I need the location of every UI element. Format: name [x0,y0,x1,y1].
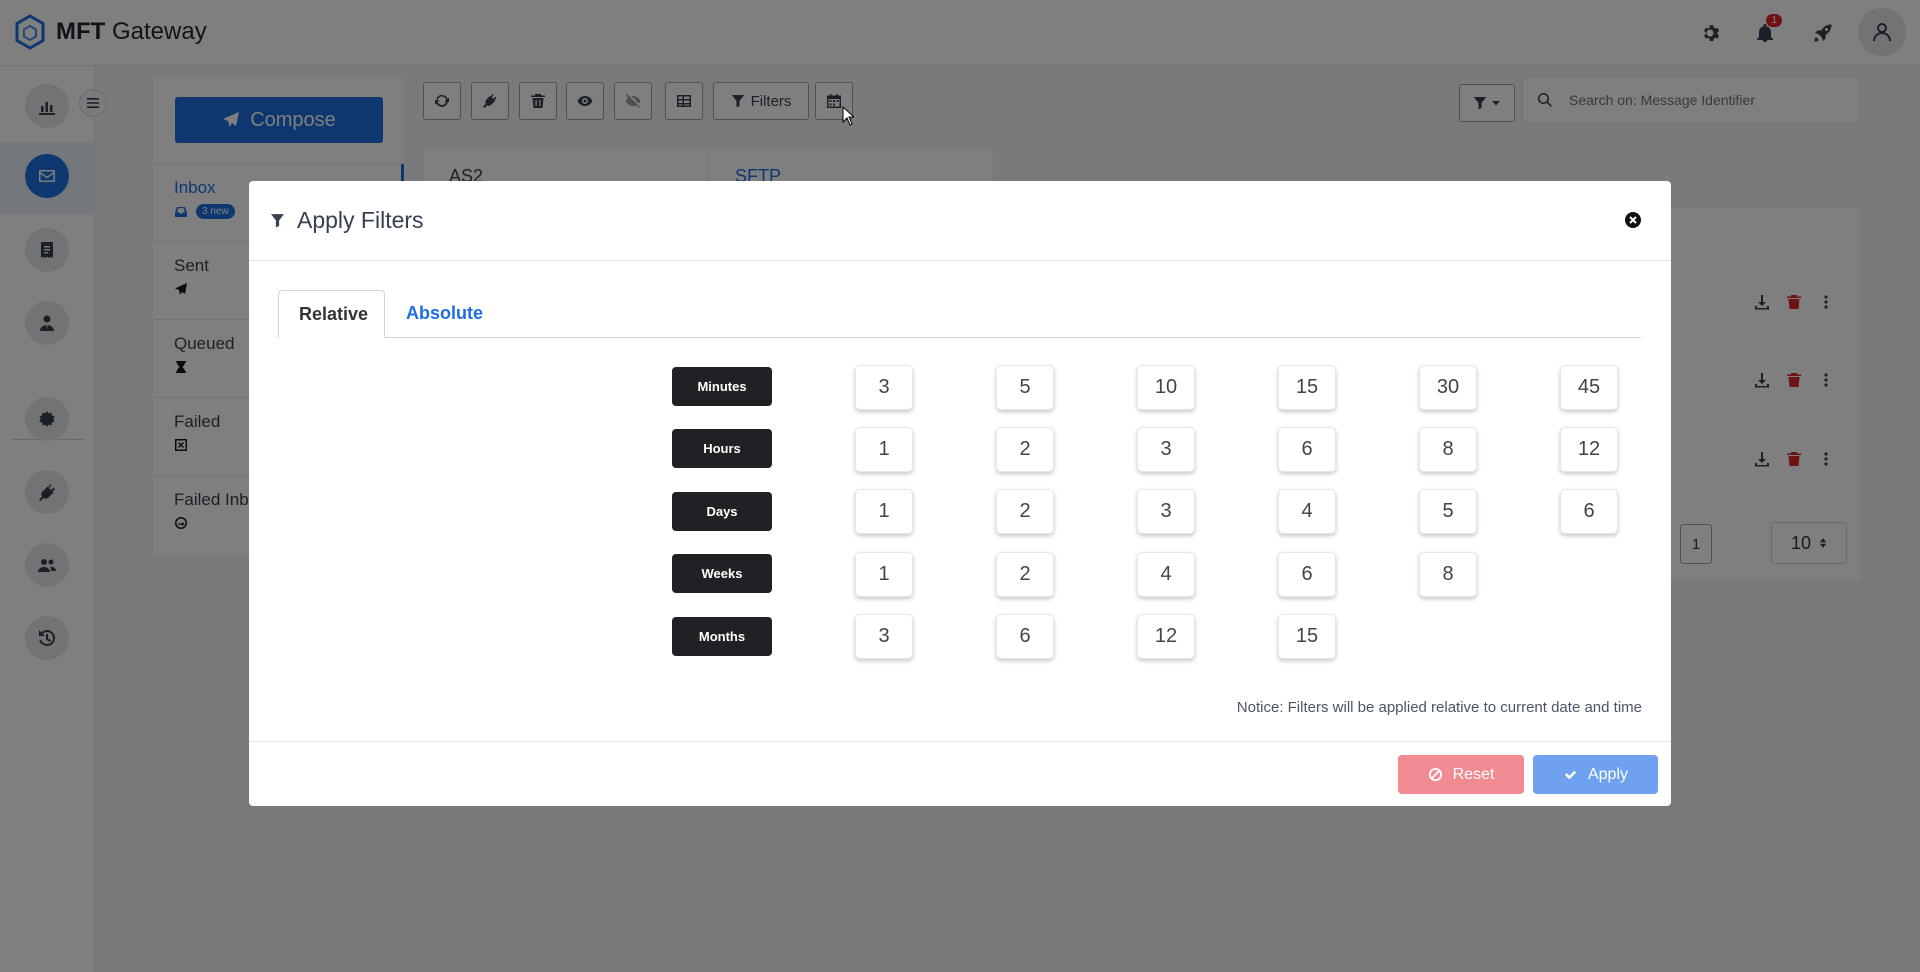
hours-option[interactable]: 3 [1137,427,1195,472]
tab-relative[interactable]: Relative [278,290,385,338]
days-option[interactable]: 1 [855,489,913,534]
minutes-option[interactable]: 5 [996,365,1054,410]
relative-filter-notice: Notice: Filters will be applied relative… [1236,699,1642,716]
apply-filters-modal: Apply Filters Relative Absolute Minutes … [249,181,1671,806]
filter-icon [271,214,284,228]
ban-icon [1428,767,1442,782]
close-circle-icon [1625,212,1641,228]
unit-label-months: Months [672,617,772,656]
mouse-cursor-icon [842,106,854,126]
filter-mode-tabs: Relative Absolute [278,290,1641,338]
months-option[interactable]: 6 [996,614,1054,659]
modal-footer-divider [249,741,1671,742]
minutes-option[interactable]: 15 [1278,365,1336,410]
hours-option[interactable]: 12 [1560,427,1618,472]
close-button[interactable] [1624,211,1642,229]
months-option[interactable]: 3 [855,614,913,659]
days-option[interactable]: 5 [1419,489,1477,534]
hours-option[interactable]: 6 [1278,427,1336,472]
minutes-option[interactable]: 45 [1560,365,1618,410]
days-option[interactable]: 2 [996,489,1054,534]
minutes-option[interactable]: 3 [855,365,913,410]
tab-absolute[interactable]: Absolute [386,290,503,338]
check-icon [1564,770,1577,780]
modal-header: Apply Filters [249,181,1671,261]
months-option[interactable]: 12 [1137,614,1195,659]
days-option[interactable]: 6 [1560,489,1618,534]
minutes-option[interactable]: 30 [1419,365,1477,410]
hours-option[interactable]: 2 [996,427,1054,472]
weeks-option[interactable]: 2 [996,552,1054,597]
days-option[interactable]: 4 [1278,489,1336,534]
weeks-option[interactable]: 8 [1419,552,1477,597]
weeks-option[interactable]: 6 [1278,552,1336,597]
days-option[interactable]: 3 [1137,489,1195,534]
unit-label-weeks: Weeks [672,554,772,593]
months-option[interactable]: 15 [1278,614,1336,659]
weeks-option[interactable]: 4 [1137,552,1195,597]
hours-option[interactable]: 1 [855,427,913,472]
minutes-option[interactable]: 10 [1137,365,1195,410]
unit-label-minutes: Minutes [672,367,772,406]
apply-button[interactable]: Apply [1533,755,1658,794]
unit-label-days: Days [672,492,772,531]
weeks-option[interactable]: 1 [855,552,913,597]
modal-title: Apply Filters [270,207,424,234]
unit-label-hours: Hours [672,429,772,468]
hours-option[interactable]: 8 [1419,427,1477,472]
reset-button[interactable]: Reset [1398,755,1524,794]
